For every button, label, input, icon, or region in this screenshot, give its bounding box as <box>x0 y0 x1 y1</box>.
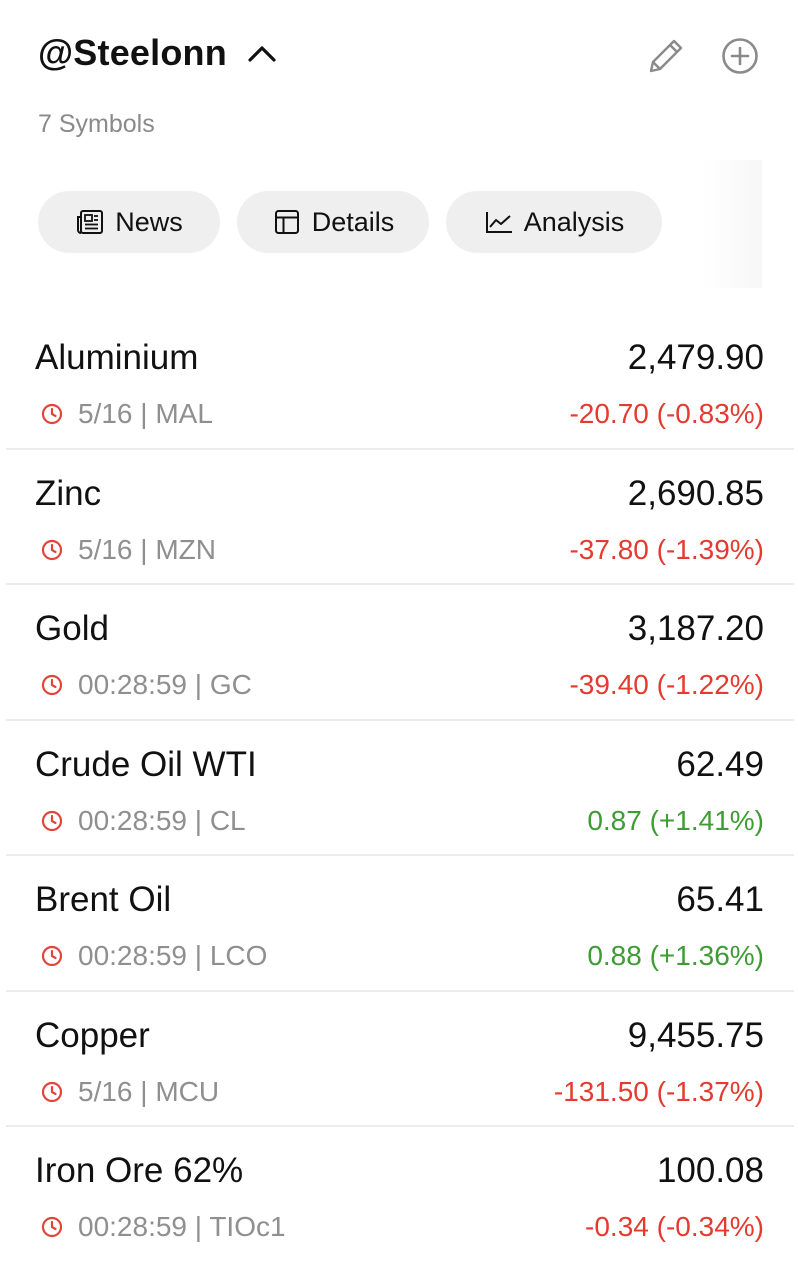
symbol-price: 2,690.85 <box>627 473 764 513</box>
symbol-price: 2,479.90 <box>627 338 764 377</box>
symbol-change: 0.87 (+1.41%) <box>587 804 764 836</box>
symbol-meta: 00:28:59 | TIOc1 <box>40 1211 286 1243</box>
symbol-name: Crude Oil WTI <box>35 744 257 784</box>
tab-analysis-label: Analysis <box>523 206 625 237</box>
tab-details[interactable]: Details <box>237 191 429 253</box>
symbol-meta-text: 5/16 | MCU <box>78 1075 220 1107</box>
symbol-meta: 5/16 | MAL <box>40 398 213 430</box>
symbol-change: -20.70 (-0.83%) <box>569 398 764 429</box>
clock-icon <box>40 1215 64 1239</box>
symbol-price: 62.49 <box>676 744 764 784</box>
tab-news-label: News <box>115 206 183 237</box>
symbol-meta-text: 5/16 | MZN <box>78 533 216 565</box>
symbol-price: 9,455.75 <box>627 1015 764 1055</box>
symbol-list: Aluminium 2,479.90 5/16 | MAL -20.70 (-0.83… <box>0 314 798 1263</box>
add-circle-icon[interactable] <box>718 34 762 78</box>
clock-icon <box>40 402 64 426</box>
watchlist-selector[interactable]: @Steelonn <box>38 32 279 74</box>
symbol-change: -131.50 (-1.37%) <box>553 1075 764 1107</box>
symbol-name: Gold <box>35 609 109 648</box>
tabs-scroll-fade <box>700 160 762 288</box>
symbol-name: Aluminium <box>35 338 199 377</box>
symbol-meta: 5/16 | MCU <box>40 1076 219 1108</box>
symbol-meta: 00:28:59 | CL <box>40 805 246 837</box>
symbol-change: -0.34 (-0.34%) <box>585 1211 764 1242</box>
symbol-row[interactable]: Copper 9,455.75 5/16 | MCU -131.50 (-1.37%) <box>6 992 794 1127</box>
symbol-name: Copper <box>35 1015 150 1055</box>
symbol-meta: 00:28:59 | GC <box>40 669 252 701</box>
tab-details-label: Details <box>311 206 395 237</box>
symbol-price: 100.08 <box>656 1151 764 1190</box>
clock-icon <box>40 944 64 968</box>
watchlist-title: @Steelonn <box>38 32 227 73</box>
tab-news[interactable]: News <box>38 191 220 253</box>
symbol-row[interactable]: Iron Ore 62% 100.08 00:28:59 | TIOc1 -0.34 … <box>6 1127 794 1263</box>
symbol-meta-text: 5/16 | MAL <box>78 398 213 429</box>
symbol-name: Zinc <box>35 473 102 513</box>
symbol-meta-text: 00:28:59 | TIOc1 <box>78 1211 286 1242</box>
clock-icon <box>40 809 64 833</box>
clock-icon <box>40 1080 64 1104</box>
symbol-name: Iron Ore 62% <box>35 1151 244 1190</box>
symbol-row[interactable]: Aluminium 2,479.90 5/16 | MAL -20.70 (-0.83… <box>6 314 794 450</box>
symbol-name: Brent Oil <box>35 880 172 919</box>
line-chart-icon <box>484 207 514 237</box>
symbol-meta-text: 00:28:59 | GC <box>78 669 252 700</box>
symbol-price: 3,187.20 <box>627 609 764 648</box>
clock-icon <box>40 538 64 562</box>
clock-icon <box>40 673 64 697</box>
symbol-meta-text: 00:28:59 | CL <box>78 804 246 836</box>
chevron-up-icon <box>245 36 279 70</box>
symbol-row[interactable]: Zinc 2,690.85 5/16 | MZN -37.80 (-1.39%) <box>6 450 794 585</box>
tab-analysis[interactable]: Analysis <box>446 191 662 253</box>
newspaper-icon <box>75 207 105 237</box>
symbol-row[interactable]: Brent Oil 65.41 00:28:59 | LCO 0.88 (+1.36%… <box>6 856 794 992</box>
symbol-meta: 5/16 | MZN <box>40 534 216 566</box>
action-tabs: News Details Analysis <box>38 191 679 253</box>
symbol-meta-text: 00:28:59 | LCO <box>78 940 268 971</box>
symbol-meta: 00:28:59 | LCO <box>40 940 267 972</box>
watchlist-header: @Steelonn 7 Symbols News Details Analysi… <box>0 0 798 300</box>
symbol-change: 0.88 (+1.36%) <box>587 940 764 971</box>
symbol-change: -39.40 (-1.22%) <box>569 669 764 700</box>
symbol-row[interactable]: Gold 3,187.20 00:28:59 | GC -39.40 (-1.22%) <box>6 585 794 721</box>
table-icon <box>272 207 302 237</box>
symbol-change: -37.80 (-1.39%) <box>569 533 764 565</box>
symbol-row[interactable]: Crude Oil WTI 62.49 00:28:59 | CL 0.87 (+1.… <box>6 721 794 856</box>
pencil-icon[interactable] <box>644 34 688 78</box>
symbol-price: 65.41 <box>676 880 764 919</box>
symbol-count: 7 Symbols <box>38 110 155 138</box>
